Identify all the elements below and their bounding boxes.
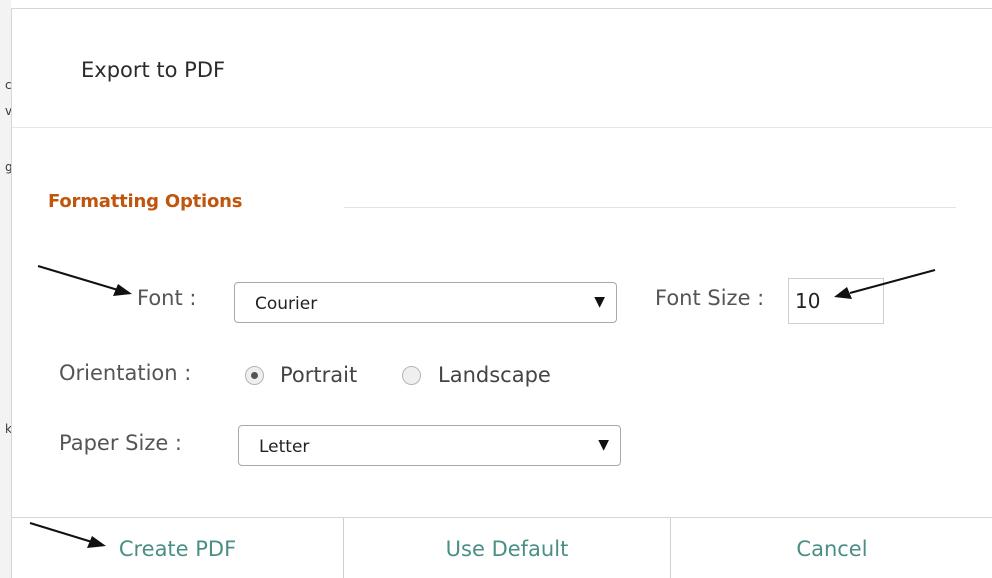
export-pdf-dialog: Export to PDF Formatting Options Font : … [11,8,992,578]
dialog-footer: Create PDF Use Default Cancel [12,517,992,578]
landscape-radio-label[interactable]: Landscape [438,363,551,387]
font-size-input[interactable]: 10 [788,278,884,324]
landscape-radio[interactable] [402,366,421,385]
dialog-title: Export to PDF [81,58,226,82]
orientation-label: Orientation : [59,361,192,385]
paper-size-label: Paper Size : [59,431,183,455]
portrait-radio-label[interactable]: Portrait [280,363,357,387]
font-size-label: Font Size : [655,286,765,310]
dropdown-caret-icon: ▼ [598,437,609,453]
cancel-button[interactable]: Cancel [671,518,992,578]
background-page-edge: c v g k [0,0,13,578]
font-label: Font : [137,286,197,310]
font-select-value: Courier [255,294,318,314]
portrait-radio[interactable] [245,366,264,385]
dialog-header: Export to PDF [12,9,992,128]
create-pdf-button[interactable]: Create PDF [12,518,343,578]
section-divider [344,207,956,208]
font-size-input-value: 10 [795,289,821,313]
dropdown-caret-icon: ▼ [594,294,605,310]
paper-size-select[interactable]: Letter ▼ [238,425,621,466]
formatting-options-heading: Formatting Options [48,191,243,212]
use-default-button[interactable]: Use Default [344,518,670,578]
font-select[interactable]: Courier ▼ [234,282,617,323]
paper-size-select-value: Letter [259,437,310,457]
